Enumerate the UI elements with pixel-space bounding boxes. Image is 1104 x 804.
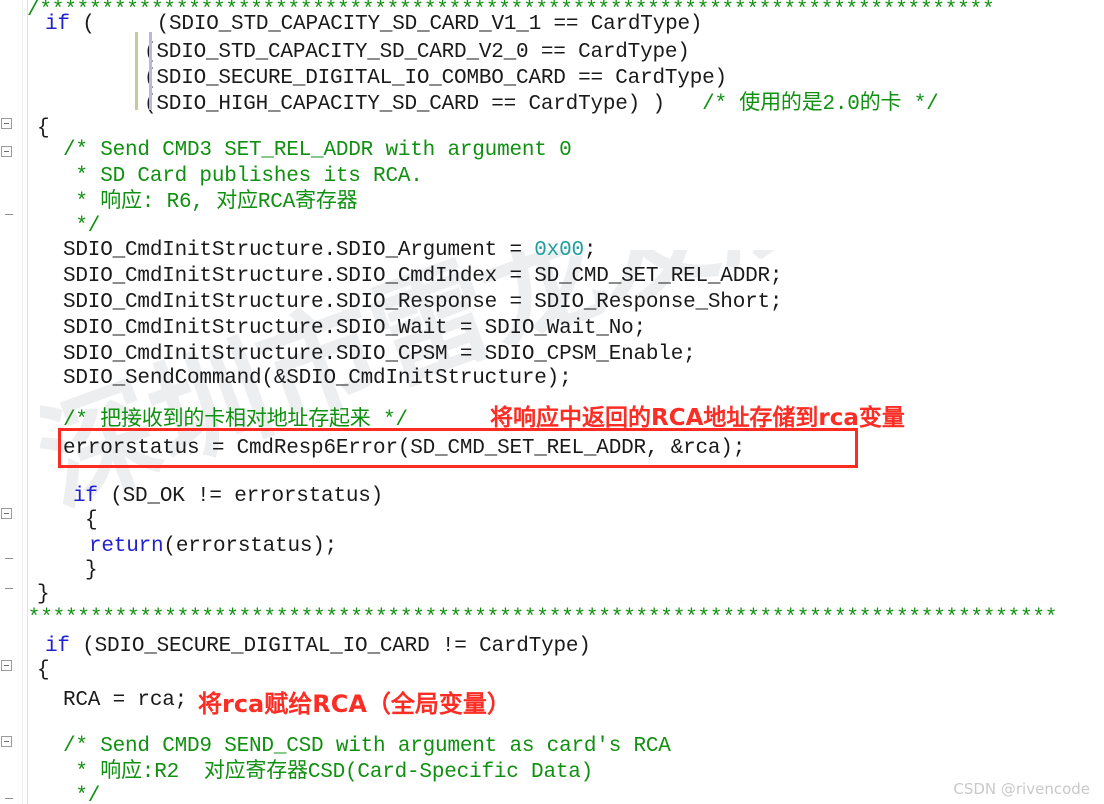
code-token-plain: errorstatus = CmdResp6Error(SD_CMD_SET_R… <box>63 437 746 460</box>
fold-gutter[interactable] <box>0 0 28 804</box>
code-line[interactable]: { <box>27 654 50 687</box>
code-line[interactable]: if (SDIO_SECURE_DIGITAL_IO_CARD != CardT… <box>27 630 591 663</box>
fold-end-marker <box>5 588 13 589</box>
code-line[interactable]: errorstatus = CmdResp6Error(SD_CMD_SET_R… <box>27 432 745 465</box>
code-token-cmt: * 响应:R2 对应寄存器CSD(Card-Specific Data) <box>63 761 594 784</box>
code-token-plain: (SDIO_SECURE_DIGITAL_IO_COMBO_CARD == Ca… <box>144 67 727 90</box>
code-token-cmt: /* Send CMD3 SET_REL_ADDR with argument … <box>63 139 572 162</box>
code-line[interactable]: SDIO_SendCommand(&SDIO_CmdInitStructure)… <box>27 362 572 395</box>
fold-toggle-icon[interactable] <box>1 146 12 157</box>
code-line[interactable]: * 响应:R2 对应寄存器CSD(Card-Specific Data) <box>27 756 593 789</box>
code-token-plain: (SDIO_HIGH_CAPACITY_SD_CARD == CardType)… <box>144 93 703 116</box>
code-token-cmt: /* 使用的是2.0的卡 */ <box>702 93 939 116</box>
fold-toggle-icon[interactable] <box>1 736 12 747</box>
fold-end-marker <box>5 558 13 559</box>
code-token-kw: if <box>45 13 70 36</box>
code-line[interactable]: (SDIO_HIGH_CAPACITY_SD_CARD == CardType)… <box>27 88 939 121</box>
fold-end-marker <box>5 798 13 799</box>
code-token-plain: SDIO_CmdInitStructure.SDIO_Response = SD… <box>63 291 783 314</box>
code-token-plain: (SD_OK != errorstatus) <box>97 485 384 508</box>
fold-toggle-icon[interactable] <box>1 118 12 129</box>
code-token-num: 0x00 <box>534 239 584 262</box>
code-line[interactable]: RCA = rca; <box>27 684 187 717</box>
code-token-plain: SDIO_SendCommand(&SDIO_CmdInitStructure)… <box>63 367 572 390</box>
logical-or-bar <box>135 32 138 110</box>
code-token-cmt: * 响应: R6, 对应RCA寄存器 <box>63 191 358 214</box>
code-token-cmt: * SD Card publishes its RCA. <box>63 165 423 188</box>
code-token-plain: ( (SDIO_STD_CAPACITY_SD_CARD_V1_1 == Car… <box>69 13 703 36</box>
code-token-cmt: /* 把接收到的卡相对地址存起来 */ <box>63 409 408 432</box>
red-annotation-text: 将rca赋给RCA（全局变量） <box>198 690 511 718</box>
code-token-plain: (errorstatus); <box>163 535 338 558</box>
code-token-plain: { <box>37 659 50 682</box>
code-token-plain: ; <box>583 239 597 262</box>
code-token-cmt: /***************************************… <box>3 607 1058 630</box>
code-token-plain: { <box>85 509 98 532</box>
code-token-plain: RCA = rca; <box>63 689 188 712</box>
csdn-credit: CSDN @rivencode <box>953 780 1090 798</box>
code-token-plain: SDIO_CmdInitStructure.SDIO_CmdIndex = SD… <box>63 265 783 288</box>
code-token-cmt: /* Send CMD9 SEND_CSD with argument as c… <box>63 735 671 758</box>
logical-or-bar <box>149 32 152 110</box>
fold-end-marker <box>5 214 13 215</box>
code-token-plain: (SDIO_SECURE_DIGITAL_IO_CARD != CardType… <box>69 635 591 658</box>
gutter-rail <box>22 0 23 804</box>
code-token-plain: } <box>85 559 98 582</box>
code-line[interactable]: */ <box>27 780 100 804</box>
code-token-plain: SDIO_CmdInitStructure.SDIO_Wait = SDIO_W… <box>63 317 646 340</box>
code-token-cmt: */ <box>63 785 101 804</box>
code-token-plain: SDIO_CmdInitStructure.SDIO_Argument = <box>63 239 535 262</box>
fold-toggle-icon[interactable] <box>1 508 12 519</box>
red-annotation-text: 将响应中返回的RCA地址存储到rca变量 <box>490 405 905 431</box>
code-token-plain: (SDIO_STD_CAPACITY_SD_CARD_V2_0 == CardT… <box>144 41 690 64</box>
fold-toggle-icon[interactable] <box>1 660 12 671</box>
code-editor-screenshot: 深圳市雷龙发展有限公司 /***************************… <box>0 0 1104 804</box>
code-token-kw: return <box>89 535 164 558</box>
